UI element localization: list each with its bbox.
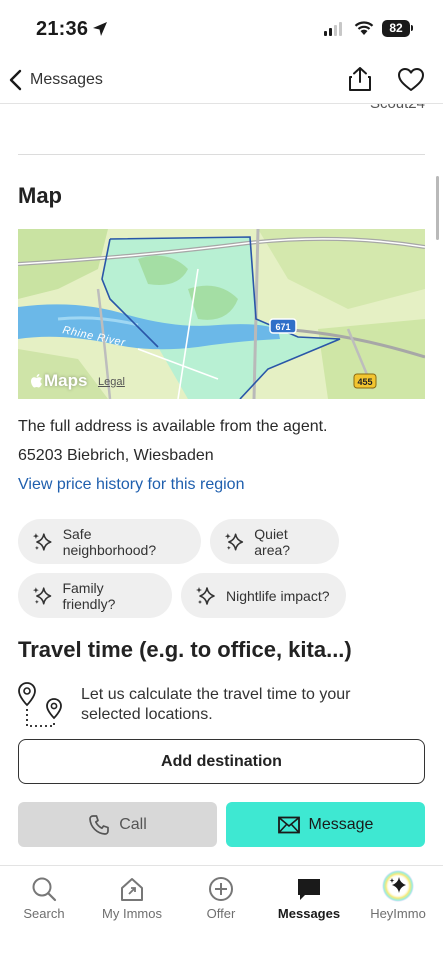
road-badge-671: 671 [275,322,290,332]
chip-label: Family friendly? [62,579,116,612]
tab-heyimmo[interactable]: HeyImmo [354,866,442,926]
tab-label: HeyImmo [370,906,426,921]
apple-maps-logo: Maps [30,371,87,391]
travel-section-title: Travel time (e.g. to office, kita...) [18,637,352,662]
chip-label: Quiet area? [254,525,291,558]
address-note: The full address is available from the a… [18,418,328,435]
tab-offer[interactable]: Offer [177,866,265,926]
chip-label: Nightlife impact? [226,587,330,604]
heart-icon[interactable] [397,67,425,93]
legal-link[interactable]: Legal [98,376,125,388]
location-arrow-icon [93,22,107,36]
tab-label: My Immos [102,906,162,921]
phone-icon [89,814,110,835]
search-icon [32,877,57,902]
price-history-link[interactable]: View price history for this region [18,476,244,494]
tab-label: Messages [277,906,341,921]
maps-brand-label: Maps [44,371,88,390]
chip-safe-neighborhood[interactable]: Safe neighborhood? [18,519,201,564]
home-icon [121,878,143,901]
tab-label: Search [23,906,65,921]
map-section-title: Map [18,183,62,208]
message-button[interactable]: Message [226,802,425,847]
status-bar: 21:36 82 [0,0,443,58]
sparkle-icon [32,586,52,605]
tab-label: Offer [206,906,236,921]
sparkle-icon [224,532,244,551]
add-destination-button[interactable]: Add destination [18,739,425,784]
back-button[interactable]: Messages [8,66,103,94]
battery-nub [411,25,413,31]
message-label: Message [308,815,374,833]
address-location: 65203 Biebrich, Wiesbaden [18,447,214,464]
road-badge-455: 455 [357,377,372,387]
sparkle-icon [382,870,414,902]
chip-quiet-area[interactable]: Quiet area? [210,519,339,564]
nav-header: Messages [0,58,443,104]
chip-label: Safe neighborhood? [62,525,157,558]
chip-nightlife-impact[interactable]: Nightlife impact? [181,573,346,618]
chat-icon [298,879,320,900]
tab-my-immos[interactable]: My Immos [88,866,176,926]
sparkle-icon [196,586,215,605]
route-pins-icon [18,682,62,727]
apple-logo-icon [31,373,42,388]
clipped-scroll-text: Scout24 [370,104,425,112]
map-view[interactable]: 671 455 Rhine River Maps Legal [18,229,425,399]
envelope-icon [277,816,300,833]
scrollbar-thumb[interactable] [436,176,439,240]
status-time: 21:36 [36,18,89,40]
back-label: Messages [30,71,103,88]
battery-level: 82 [382,20,410,37]
call-label: Call [119,815,147,833]
chip-family-friendly[interactable]: Family friendly? [18,573,172,618]
tab-search[interactable]: Search [0,866,88,926]
plus-circle-icon [209,877,233,901]
cellular-signal-icon [324,22,342,36]
chevron-left-icon [9,69,22,91]
tab-messages[interactable]: Messages [265,866,353,926]
sparkle-icon [32,532,52,551]
wifi-icon [354,21,374,35]
section-divider [18,154,425,155]
travel-description: Let us calculate the travel time to your… [81,686,351,723]
share-icon[interactable] [346,65,374,93]
tab-bar: Search My Immos Offer Messages HeyImmo [0,865,443,960]
call-button[interactable]: Call [18,802,217,847]
